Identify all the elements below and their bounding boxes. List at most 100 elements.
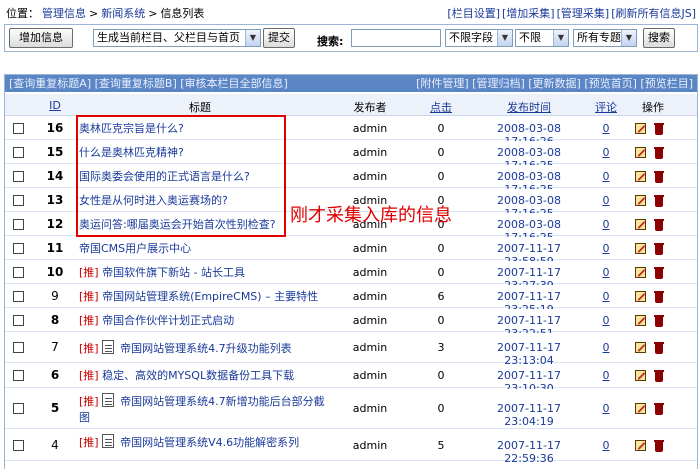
row-checkbox[interactable] xyxy=(13,370,24,381)
row-title-link[interactable]: [推] 帝国网站管理系统4.7新增功能后台部分截图 xyxy=(79,393,329,426)
row-checkbox[interactable] xyxy=(13,440,24,451)
highlight-box xyxy=(76,115,286,237)
topic-select[interactable]: 所有专题 ▼ xyxy=(573,29,637,47)
action-bar: 增加信息 生成当前栏目、父栏目与首页 ▼ 提交 搜索: 不限字段 ▼ 不限 ▼ … xyxy=(4,24,698,52)
row-checkbox[interactable] xyxy=(13,291,24,302)
row-id: 9 xyxy=(51,289,59,303)
col-id[interactable]: ID xyxy=(33,99,77,112)
trash-icon[interactable] xyxy=(654,440,664,452)
row-checkbox[interactable] xyxy=(13,243,24,254)
top-bar: 位置： 管理信息 > 新闻系统 > 信息列表 [栏目设置] [增加采集] [管理采集] [刷新所… xyxy=(0,0,700,24)
search-input[interactable] xyxy=(351,29,441,47)
trash-icon[interactable] xyxy=(654,219,664,231)
row-title-link[interactable]: 帝国CMS用户展示中心 xyxy=(79,241,329,257)
edit-icon[interactable] xyxy=(635,123,646,134)
manage-collect-link[interactable]: [管理采集] xyxy=(557,7,610,20)
crumb-info-list: 信息列表 xyxy=(160,7,205,20)
row-comments-link[interactable]: 0 xyxy=(591,439,621,452)
trash-icon[interactable] xyxy=(654,315,664,327)
add-collect-link[interactable]: [增加采集] xyxy=(502,7,555,20)
chevron-down-icon: ▼ xyxy=(245,30,260,46)
row-checkbox[interactable] xyxy=(13,171,24,182)
edit-icon[interactable] xyxy=(635,315,646,326)
col-time[interactable]: 发布时间 xyxy=(471,99,587,115)
trash-icon[interactable] xyxy=(654,291,664,303)
trash-icon[interactable] xyxy=(654,370,664,382)
row-title-link[interactable]: [推] 帝国软件旗下新站 - 站长工具 xyxy=(79,265,329,281)
row-comments-link[interactable]: 0 xyxy=(591,266,621,279)
generate-select[interactable]: 生成当前栏目、父栏目与首页 ▼ xyxy=(93,29,261,47)
search-button[interactable]: 搜索 xyxy=(643,28,675,48)
row-time: 2007-11-17 23:04:19 xyxy=(497,402,561,428)
edit-icon[interactable] xyxy=(635,195,646,206)
row-comments-link[interactable]: 0 xyxy=(591,194,621,207)
row-title-link[interactable]: [推] 帝国网站管理系统(EmpireCMS) – 主要特性 xyxy=(79,289,329,305)
crumb-separator: > xyxy=(148,7,158,20)
row-checkbox[interactable] xyxy=(13,267,24,278)
row-title-link[interactable]: [推] 帝国合作伙伴计划正式启动 xyxy=(79,313,329,329)
row-title-link[interactable]: [推] 稳定、高效的MYSQL数据备份工具下载 xyxy=(79,368,329,384)
trash-icon[interactable] xyxy=(654,195,664,207)
trash-icon[interactable] xyxy=(654,403,664,415)
row-comments-link[interactable]: 0 xyxy=(591,369,621,382)
edit-icon[interactable] xyxy=(635,370,646,381)
row-comments-link[interactable]: 0 xyxy=(591,402,621,415)
crumb-manage-info[interactable]: 管理信息 xyxy=(42,7,86,20)
row-title-text: 帝国软件旗下新站 - 站长工具 xyxy=(102,266,246,279)
edit-icon[interactable] xyxy=(635,291,646,302)
list-header-right-links[interactable]: [附件管理] [管理归档] [更新数据] [预览首页] [预览栏目] xyxy=(416,75,693,92)
row-comments-link[interactable]: 0 xyxy=(591,290,621,303)
edit-icon[interactable] xyxy=(635,440,646,451)
refresh-js-link[interactable]: [刷新所有信息JS] xyxy=(611,7,696,20)
row-publisher: admin xyxy=(352,290,388,303)
row-comments-link[interactable]: 0 xyxy=(591,146,621,159)
table-row: 5 [推] 帝国网站管理系统4.7新增功能后台部分截图 admin 0 2007-11-… xyxy=(5,389,697,429)
row-title-link[interactable]: [推] 帝国网站管理系统4.7升级功能列表 xyxy=(79,340,329,357)
recommend-tag: [推] xyxy=(79,342,99,355)
trash-icon[interactable] xyxy=(654,147,664,159)
trash-icon[interactable] xyxy=(654,243,664,255)
crumb-news-system[interactable]: 新闻系统 xyxy=(101,7,145,20)
row-checkbox[interactable] xyxy=(13,147,24,158)
topic-select-value: 所有专题 xyxy=(577,31,621,44)
edit-icon[interactable] xyxy=(635,243,646,254)
col-comments[interactable]: 评论 xyxy=(591,99,621,115)
edit-icon[interactable] xyxy=(635,171,646,182)
edit-icon[interactable] xyxy=(635,267,646,278)
row-comments-link[interactable]: 0 xyxy=(591,314,621,327)
row-id: 16 xyxy=(46,121,64,135)
edit-icon[interactable] xyxy=(635,342,646,353)
row-checkbox[interactable] xyxy=(13,219,24,230)
trash-icon[interactable] xyxy=(654,342,664,354)
row-checkbox[interactable] xyxy=(13,403,24,414)
list-header-left-links[interactable]: [查询重复标题A] [查询重复标题B] [审核本栏目全部信息] xyxy=(9,75,288,92)
limit-select[interactable]: 不限 ▼ xyxy=(515,29,569,47)
row-id: 10 xyxy=(46,265,64,279)
row-checkbox[interactable] xyxy=(13,195,24,206)
edit-icon[interactable] xyxy=(635,147,646,158)
trash-icon[interactable] xyxy=(654,123,664,135)
col-clicks[interactable]: 点击 xyxy=(409,99,473,115)
edit-icon[interactable] xyxy=(635,219,646,230)
row-comments-link[interactable]: 0 xyxy=(591,170,621,183)
field-select[interactable]: 不限字段 ▼ xyxy=(445,29,513,47)
add-info-button[interactable]: 增加信息 xyxy=(9,28,73,48)
edit-icon[interactable] xyxy=(635,403,646,414)
row-title-link[interactable]: [推] 帝国网站管理系统V4.6功能解密系列 xyxy=(79,434,329,451)
submit-button[interactable]: 提交 xyxy=(263,28,295,48)
row-id: 7 xyxy=(51,340,59,354)
row-comments-link[interactable]: 0 xyxy=(591,242,621,255)
row-comments-link[interactable]: 0 xyxy=(591,122,621,135)
column-settings-link[interactable]: [栏目设置] xyxy=(447,7,500,20)
row-checkbox[interactable] xyxy=(13,123,24,134)
trash-icon[interactable] xyxy=(654,267,664,279)
row-comments-link[interactable]: 0 xyxy=(591,218,621,231)
row-ops xyxy=(633,243,673,255)
row-id: 4 xyxy=(51,438,59,452)
row-checkbox[interactable] xyxy=(13,342,24,353)
row-ops xyxy=(633,171,673,183)
trash-icon[interactable] xyxy=(654,171,664,183)
row-comments-link[interactable]: 0 xyxy=(591,341,621,354)
row-checkbox[interactable] xyxy=(13,315,24,326)
row-publisher: admin xyxy=(352,439,388,452)
